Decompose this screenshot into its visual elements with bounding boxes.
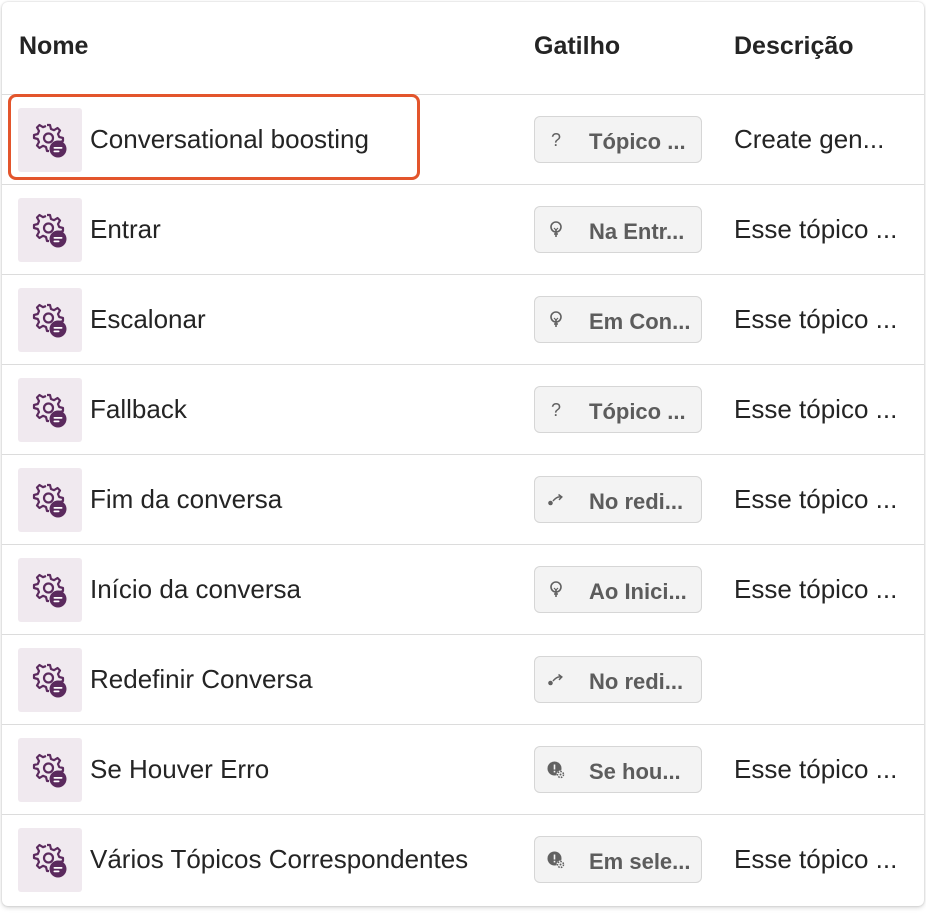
table-row[interactable]: Fim da conversa No redi... Esse tópico ... (2, 455, 924, 545)
lightbulb-icon (545, 309, 567, 331)
trigger-label: Em Con... (589, 309, 691, 334)
table-row[interactable]: Se Houver Erro Se hou... Esse tópico ... (2, 725, 924, 815)
redirect-icon (545, 489, 567, 511)
table-row[interactable]: Início da conversa Ao Inici... Esse tópico… (2, 545, 924, 635)
trigger-label: Tópico ... (589, 399, 686, 424)
table-row[interactable]: Vários Tópicos Correspondentes Em sele...… (2, 815, 924, 905)
topic-name-link[interactable]: Vários Tópicos Correspondentes (90, 844, 468, 875)
trigger-badge[interactable]: Ao Inici... (534, 566, 702, 613)
table-header: Nome Gatilho Descrição (2, 2, 924, 95)
lightbulb-icon (545, 579, 567, 601)
lightbulb-icon (545, 219, 567, 241)
trigger-label: Tópico ... (589, 129, 686, 154)
topic-name-link[interactable]: Conversational boosting (90, 124, 369, 155)
topic-gear-chat-icon (18, 108, 82, 172)
topics-table: Nome Gatilho Descrição Conversational bo… (2, 2, 924, 906)
trigger-label: Em sele... (589, 849, 691, 874)
trigger-badge[interactable]: Se hou... (534, 746, 702, 793)
topic-description: Esse tópico ... (734, 754, 898, 784)
topic-gear-chat-icon (18, 828, 82, 892)
trigger-badge[interactable]: No redi... (534, 476, 702, 523)
trigger-badge[interactable]: ? Tópico ... (534, 116, 702, 163)
topic-description: Esse tópico ... (734, 214, 898, 244)
trigger-badge[interactable]: Na Entr... (534, 206, 702, 253)
trigger-badge[interactable]: ? Tópico ... (534, 386, 702, 433)
topic-description: Create gen... (734, 124, 885, 154)
table-row[interactable]: Conversational boosting? Tópico ... Create… (2, 95, 924, 185)
table-row[interactable]: Fallback? Tópico ... Esse tópico ... (2, 365, 924, 455)
topic-gear-chat-icon (18, 558, 82, 622)
topic-name-link[interactable]: Início da conversa (90, 574, 301, 605)
table-row[interactable]: Redefinir Conversa No redi... (2, 635, 924, 725)
trigger-label: No redi... (589, 489, 684, 514)
trigger-badge[interactable]: No redi... (534, 656, 702, 703)
topic-description: Esse tópico ... (734, 304, 898, 334)
table-row[interactable]: Escalonar Em Con... Esse tópico ... (2, 275, 924, 365)
table-row[interactable]: Entrar Na Entr... Esse tópico ... (2, 185, 924, 275)
topic-name-link[interactable]: Entrar (90, 214, 161, 245)
error-gear-icon (545, 759, 567, 781)
topic-description: Esse tópico ... (734, 844, 898, 874)
topic-gear-chat-icon (18, 468, 82, 532)
topic-gear-chat-icon (18, 738, 82, 802)
error-gear-icon (545, 849, 567, 871)
trigger-label: Ao Inici... (589, 579, 687, 604)
column-header-description[interactable]: Descrição (734, 32, 854, 61)
topic-name-link[interactable]: Se Houver Erro (90, 754, 269, 785)
topic-gear-chat-icon (18, 648, 82, 712)
trigger-badge[interactable]: Em sele... (534, 836, 702, 883)
topic-gear-chat-icon (18, 288, 82, 352)
trigger-label: No redi... (589, 669, 684, 694)
trigger-label: Na Entr... (589, 219, 685, 244)
topic-name-link[interactable]: Escalonar (90, 304, 206, 335)
question-icon: ? (550, 130, 561, 150)
topic-name-link[interactable]: Fim da conversa (90, 484, 282, 515)
column-header-trigger[interactable]: Gatilho (534, 32, 620, 61)
topic-description: Esse tópico ... (734, 574, 898, 604)
trigger-badge[interactable]: Em Con... (534, 296, 702, 343)
topic-gear-chat-icon (18, 198, 82, 262)
redirect-icon (545, 669, 567, 691)
topic-name-link[interactable]: Redefinir Conversa (90, 664, 313, 695)
topic-description: Esse tópico ... (734, 394, 898, 424)
topic-name-link[interactable]: Fallback (90, 394, 187, 425)
question-icon: ? (550, 400, 561, 420)
trigger-label: Se hou... (589, 759, 681, 784)
topic-description: Esse tópico ... (734, 484, 898, 514)
column-header-name[interactable]: Nome (19, 32, 88, 61)
topic-gear-chat-icon (18, 378, 82, 442)
